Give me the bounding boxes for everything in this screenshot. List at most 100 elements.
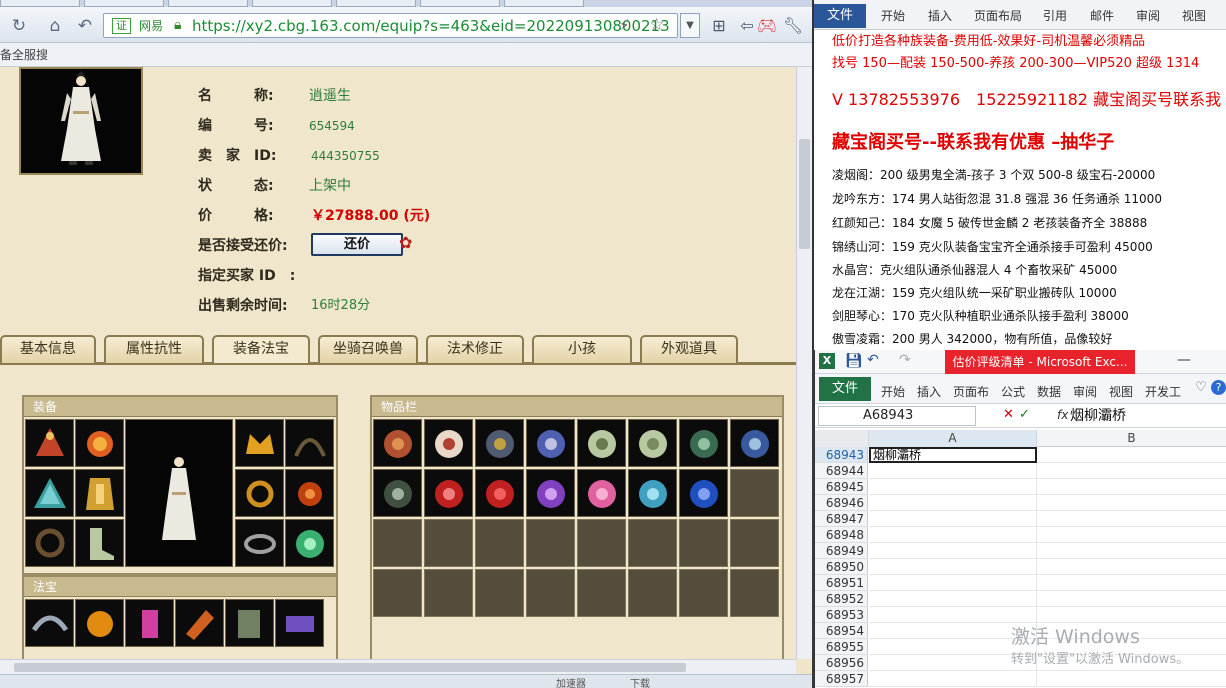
undo-icon[interactable]: ↶ — [867, 352, 879, 368]
inventory-empty-slot[interactable] — [424, 519, 473, 567]
tab-appearance[interactable]: 外观道具 — [640, 335, 738, 363]
excel-tab-review[interactable]: 审阅 — [1073, 383, 1097, 400]
inventory-item-slot[interactable] — [577, 469, 626, 517]
sheet-cell[interactable] — [869, 511, 1037, 527]
inventory-empty-slot[interactable] — [577, 569, 626, 617]
undo-icon[interactable]: ↶ — [74, 15, 96, 37]
treasure-slot[interactable] — [225, 599, 274, 647]
browser-tab[interactable] — [84, 0, 164, 7]
inventory-item-slot[interactable] — [526, 469, 575, 517]
bookmark-item[interactable]: 备全服搜 — [0, 47, 48, 63]
excel-tab-data[interactable]: 数据 — [1037, 383, 1061, 400]
sheet-cell[interactable] — [1037, 447, 1226, 463]
download-label[interactable]: 下载 — [630, 675, 650, 688]
excel-tab-formulas[interactable]: 公式 — [1001, 383, 1025, 400]
row-header[interactable]: 68945 — [815, 479, 868, 495]
inventory-item-slot[interactable] — [730, 419, 779, 467]
treasure-slot[interactable] — [125, 599, 174, 647]
sheet-cell[interactable] — [1037, 463, 1226, 479]
inventory-item-slot[interactable] — [424, 419, 473, 467]
flash-icon[interactable]: ⚡︎ — [619, 16, 630, 34]
inventory-empty-slot[interactable] — [577, 519, 626, 567]
tab-children[interactable]: 小孩 — [532, 335, 632, 363]
inventory-item-slot[interactable] — [373, 469, 422, 517]
word-tab-home[interactable]: 开始 — [881, 7, 905, 24]
excel-tab-developer[interactable]: 开发工 — [1145, 383, 1181, 400]
certificate-badge[interactable]: 证 — [112, 18, 131, 34]
row-header[interactable]: 68955 — [815, 639, 868, 655]
inventory-empty-slot[interactable] — [475, 519, 524, 567]
tab-basic-info[interactable]: 基本信息 — [0, 335, 96, 363]
vertical-scrollbar[interactable] — [796, 67, 812, 659]
row-header[interactable]: 68949 — [815, 543, 868, 559]
equip-slot-armor[interactable] — [75, 469, 124, 517]
lock-icon[interactable]: 🔒︎ — [174, 17, 181, 33]
inventory-empty-slot[interactable] — [373, 519, 422, 567]
excel-file-tab[interactable]: 文件 — [819, 377, 871, 401]
word-tab-layout[interactable]: 页面布局 — [974, 7, 1022, 24]
tab-mounts-pets[interactable]: 坐骑召唤兽 — [318, 335, 418, 363]
inventory-empty-slot[interactable] — [475, 569, 524, 617]
word-tab-view[interactable]: 视图 — [1182, 7, 1206, 24]
sheet-cell[interactable] — [869, 495, 1037, 511]
sheet-cell[interactable] — [869, 591, 1037, 607]
gamepad-icon[interactable]: 🎮︎ — [756, 16, 778, 36]
row-header[interactable]: 68943 — [815, 447, 868, 463]
inventory-item-slot[interactable] — [679, 469, 728, 517]
sheet-cell[interactable] — [1037, 575, 1226, 591]
inventory-empty-slot[interactable] — [526, 519, 575, 567]
inventory-empty-slot[interactable] — [730, 519, 779, 567]
function-icon[interactable]: fx — [1057, 408, 1068, 422]
sheet-cell[interactable] — [869, 527, 1037, 543]
word-tab-mailings[interactable]: 邮件 — [1090, 7, 1114, 24]
scroll-thumb[interactable] — [14, 663, 686, 672]
sheet-cell[interactable] — [869, 463, 1037, 479]
equip-slot-ring[interactable] — [235, 469, 284, 517]
browser-tab[interactable] — [420, 0, 500, 7]
row-header[interactable]: 68946 — [815, 495, 868, 511]
sheet-cell[interactable] — [1037, 527, 1226, 543]
horizontal-scrollbar[interactable] — [0, 659, 796, 674]
equip-slot-boots[interactable] — [75, 519, 124, 567]
row-header[interactable]: 68951 — [815, 575, 868, 591]
row-header[interactable]: 68948 — [815, 527, 868, 543]
star-icon[interactable]: ☆ — [649, 15, 664, 35]
row-header[interactable]: 68957 — [815, 671, 868, 687]
browser-tab[interactable] — [336, 0, 416, 7]
row-header[interactable]: 68944 — [815, 463, 868, 479]
equip-slot-hat[interactable] — [25, 419, 74, 467]
excel-tab-view[interactable]: 视图 — [1109, 383, 1133, 400]
word-document-body[interactable]: 低价打造各种族装备-费用低-效果好-司机温馨必须精品 找号 150—配装 150… — [814, 30, 1226, 350]
equip-slot-cord[interactable] — [285, 419, 334, 467]
accelerator-label[interactable]: 加速器 — [556, 675, 586, 688]
treasure-slot[interactable] — [25, 599, 74, 647]
browser-tab[interactable] — [252, 0, 332, 7]
inventory-empty-slot[interactable] — [679, 569, 728, 617]
inventory-item-slot[interactable] — [628, 469, 677, 517]
minimize-icon[interactable]: — — [1177, 352, 1191, 368]
redo-icon[interactable]: ↷ — [899, 352, 911, 368]
sheet-cell[interactable] — [1037, 543, 1226, 559]
inventory-item-slot[interactable] — [475, 469, 524, 517]
equip-slot-weapon[interactable] — [25, 469, 74, 517]
inventory-item-slot[interactable] — [475, 419, 524, 467]
equip-slot-belt[interactable] — [25, 519, 74, 567]
row-header[interactable]: 68953 — [815, 607, 868, 623]
equip-slot-crown[interactable] — [235, 419, 284, 467]
excel-tab-insert[interactable]: 插入 — [917, 383, 941, 400]
row-header[interactable]: 68947 — [815, 511, 868, 527]
inventory-item-slot[interactable] — [577, 419, 626, 467]
sheet-cell[interactable] — [869, 479, 1037, 495]
refresh-icon[interactable]: ↻ — [8, 15, 30, 37]
wrench-icon[interactable]: 🔧︎ — [782, 16, 804, 36]
inventory-empty-slot[interactable] — [730, 469, 779, 517]
sheet-cell[interactable] — [869, 607, 1037, 623]
equip-slot-earring[interactable] — [285, 469, 334, 517]
inventory-empty-slot[interactable] — [730, 569, 779, 617]
word-file-tab[interactable]: 文件 — [814, 4, 866, 28]
word-tab-references[interactable]: 引用 — [1043, 7, 1067, 24]
sheet-cell[interactable] — [1037, 671, 1226, 687]
address-bar[interactable]: 证 网易 🔒︎ https://xy2.cbg.163.com/equip?s=… — [103, 13, 678, 38]
confirm-icon[interactable]: ✓ — [1019, 407, 1030, 422]
name-box[interactable]: A68943 — [818, 406, 976, 426]
